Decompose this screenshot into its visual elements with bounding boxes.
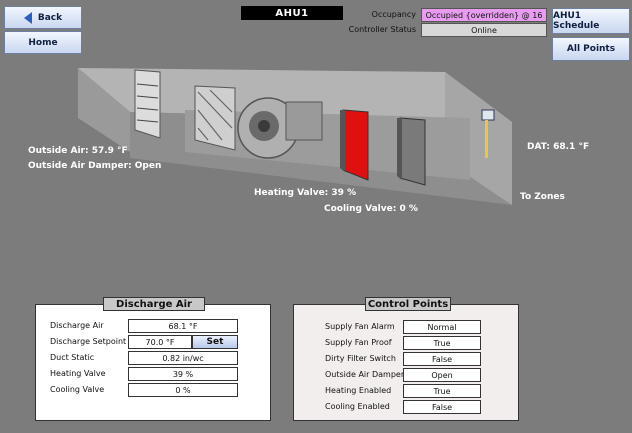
supply-fan-proof-row: Supply Fan Proof True bbox=[294, 336, 518, 350]
row-label: Duct Static bbox=[50, 353, 95, 362]
row-label: Dirty Filter Switch bbox=[325, 354, 396, 363]
row-label: Cooling Valve bbox=[50, 385, 105, 394]
discharge-air-row: Discharge Air 68.1 °F bbox=[36, 319, 270, 333]
duct-static-row: Duct Static 0.82 in/wc bbox=[36, 351, 270, 365]
discharge-air-value: 68.1 °F bbox=[128, 319, 238, 333]
row-label: Discharge Air bbox=[50, 321, 104, 330]
outside-air-temp: Outside Air: 57.9 °F bbox=[28, 146, 128, 156]
discharge-setpoint-row: Discharge Setpoint 70.0 °F Set bbox=[36, 335, 270, 349]
row-label: Outside Air Damper bbox=[325, 370, 405, 379]
dirty-filter-switch-row: Dirty Filter Switch False bbox=[294, 352, 518, 366]
duct-static-value: 0.82 in/wc bbox=[128, 351, 238, 365]
row-label: Supply Fan Proof bbox=[325, 338, 392, 347]
discharge-air-panel: Discharge Air Discharge Air 68.1 °F Disc… bbox=[35, 297, 271, 421]
cooling-valve-value: 0 % bbox=[128, 383, 238, 397]
row-label: Supply Fan Alarm bbox=[325, 322, 395, 331]
outside-air-damper-row: Outside Air Damper Open bbox=[294, 368, 518, 382]
control-points-panel: Control Points Supply Fan Alarm Normal S… bbox=[293, 297, 519, 421]
outside-air-damper bbox=[134, 69, 161, 139]
supply-fan-proof-value: True bbox=[403, 336, 481, 350]
supply-fan-alarm-row: Supply Fan Alarm Normal bbox=[294, 320, 518, 334]
heating-valve-row: Heating Valve 39 % bbox=[36, 367, 270, 381]
heating-coil bbox=[340, 109, 369, 181]
control-points-title: Control Points bbox=[365, 297, 451, 311]
set-setpoint-button[interactable]: Set bbox=[192, 335, 238, 349]
heating-enabled-row: Heating Enabled True bbox=[294, 384, 518, 398]
heating-valve-overlay: Heating Valve: 39 % bbox=[254, 188, 357, 198]
heating-enabled-value: True bbox=[403, 384, 481, 398]
cooling-valve-row: Cooling Valve 0 % bbox=[36, 383, 270, 397]
outside-air-damper-status: Outside Air Damper: Open bbox=[28, 161, 162, 171]
discharge-air-title: Discharge Air bbox=[103, 297, 205, 311]
discharge-setpoint-value[interactable]: 70.0 °F bbox=[128, 335, 192, 349]
cooling-coil bbox=[397, 117, 426, 186]
filter-section bbox=[194, 85, 236, 151]
dirty-filter-switch-value: False bbox=[403, 352, 481, 366]
ahu-graphic bbox=[78, 68, 512, 205]
cooling-enabled-value: False bbox=[403, 400, 481, 414]
row-label: Cooling Enabled bbox=[325, 402, 390, 411]
cooling-valve-overlay: Cooling Valve: 0 % bbox=[324, 204, 418, 214]
row-label: Heating Valve bbox=[50, 369, 106, 378]
dat-overlay: DAT: 68.1 °F bbox=[527, 142, 590, 152]
row-label: Discharge Setpoint bbox=[50, 337, 127, 346]
to-zones-label: To Zones bbox=[520, 192, 565, 202]
supply-fan-alarm-value: Normal bbox=[403, 320, 481, 334]
row-label: Heating Enabled bbox=[325, 386, 392, 395]
outside-air-damper-value: Open bbox=[403, 368, 481, 382]
cooling-enabled-row: Cooling Enabled False bbox=[294, 400, 518, 414]
heating-valve-value: 39 % bbox=[128, 367, 238, 381]
